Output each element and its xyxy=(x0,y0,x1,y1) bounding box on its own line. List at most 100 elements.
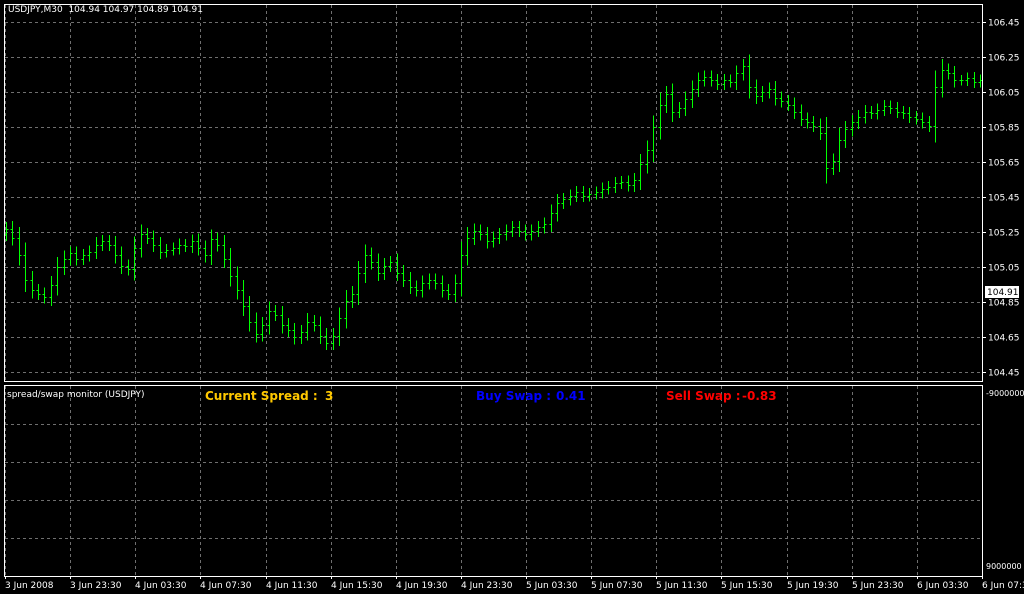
buy-swap-label: Buy Swap : xyxy=(476,389,552,403)
time-label: 5 Jun 03:30 xyxy=(526,581,578,591)
ohlc-bar xyxy=(831,153,836,175)
chart-frame xyxy=(4,4,983,577)
time-label: 3 Jun 2008 xyxy=(5,581,54,591)
ohlc-bar xyxy=(651,115,656,163)
time-label: 5 Jun 07:30 xyxy=(591,581,643,591)
ohlc-bar xyxy=(901,105,906,120)
ohlc-bar xyxy=(388,255,393,272)
price-label: 105.65 xyxy=(988,159,1020,169)
ohlc-bar xyxy=(741,58,746,81)
spread-value: 3 xyxy=(325,389,334,403)
ohlc-bar xyxy=(895,101,900,118)
price-label: 106.45 xyxy=(988,19,1020,29)
ohlc-bar xyxy=(440,275,445,298)
ohlc-bar xyxy=(843,120,848,149)
ohlc-bar xyxy=(286,318,291,338)
ohlc-bar xyxy=(606,181,611,195)
ohlc-bar xyxy=(292,322,297,345)
ohlc-bar xyxy=(433,273,438,290)
ohlc-bar xyxy=(344,290,349,329)
time-label: 4 Jun 23:30 xyxy=(461,581,513,591)
ohlc-bar xyxy=(30,271,35,299)
ohlc-bar xyxy=(42,287,47,304)
ohlc-bar xyxy=(36,283,41,300)
ohlc-bar xyxy=(549,204,554,232)
ohlc-bar xyxy=(74,246,79,266)
ohlc-bar xyxy=(453,274,458,302)
ohlc-bar xyxy=(824,116,829,184)
ohlc-bar xyxy=(337,307,342,347)
ohlc-bar xyxy=(946,63,951,80)
ohlc-bar xyxy=(792,97,797,120)
ohlc-bar xyxy=(273,304,278,321)
ohlc-bar xyxy=(254,312,259,343)
ohlc-bar xyxy=(491,231,496,248)
time-label: 5 Jun 19:30 xyxy=(787,581,839,591)
ohlc-bar xyxy=(818,118,823,141)
ohlc-bar xyxy=(94,237,99,259)
ohlc-bar xyxy=(587,188,592,202)
ohlc-bar xyxy=(933,70,938,143)
symbol-info: USDJPY,M30 104.94 104.97 104.89 104.91 xyxy=(8,5,203,15)
ohlc-bar xyxy=(683,91,688,117)
ohlc-bar xyxy=(856,110,861,129)
time-label: 4 Jun 07:30 xyxy=(200,581,252,591)
ohlc-bar xyxy=(350,286,355,308)
symbol-timeframe: USDJPY,M30 xyxy=(8,5,63,15)
price-axis: 106.45 106.25 106.05 105.85 105.65 105.45 105.… xyxy=(982,19,1020,379)
ohlc-bar xyxy=(485,226,490,249)
ohlc-bar xyxy=(497,227,502,244)
time-label: 4 Jun 15:30 xyxy=(331,581,383,591)
ohlc-bar xyxy=(805,112,810,129)
ohlc-bar xyxy=(107,234,112,251)
ohlc-bar xyxy=(613,177,618,194)
ohlc-bar xyxy=(10,220,15,246)
ohlc-bar xyxy=(247,295,252,332)
ohlc-bar xyxy=(715,73,720,90)
ohlc-bar xyxy=(222,235,227,269)
ohlc-bar xyxy=(561,192,566,209)
ohlc-bar xyxy=(331,328,336,350)
ohlc-bar xyxy=(581,185,586,202)
sell-swap-label: Sell Swap : xyxy=(666,389,741,403)
buy-swap-value: 0.41 xyxy=(556,389,586,403)
time-label: 5 Jun 11:30 xyxy=(656,581,708,591)
ohlc-bar xyxy=(196,233,201,256)
ohlc-bar xyxy=(446,283,451,300)
current-price-marker: 104.91 xyxy=(985,286,1019,298)
ohlc-bar xyxy=(420,275,425,298)
ohlc-bar xyxy=(49,275,54,306)
ohlc-bar xyxy=(517,220,522,237)
time-label: 4 Jun 19:30 xyxy=(396,581,448,591)
ohlc-bar xyxy=(619,175,624,190)
indicator-title: spread/swap monitor (USDJPY) xyxy=(7,390,145,400)
ohlc-bar xyxy=(382,258,387,280)
ohlc-bar xyxy=(722,73,727,90)
ohlc-bar xyxy=(324,328,329,350)
ohlc-bar xyxy=(62,250,67,276)
chart-grid xyxy=(5,5,983,576)
ohlc-bar xyxy=(55,256,60,296)
ohlc-bar xyxy=(299,325,304,345)
ohlc-bar xyxy=(401,265,406,287)
ohlc-bar xyxy=(952,65,957,88)
ohlc-bar xyxy=(626,175,631,192)
ohlc-bar xyxy=(978,74,983,88)
ohlc-bar xyxy=(709,70,714,87)
ohlc-bar xyxy=(767,82,772,99)
ohlc-bars xyxy=(4,54,983,350)
ohlc-bar xyxy=(690,80,695,108)
time-label: 4 Jun 03:30 xyxy=(135,581,187,591)
ohlc-bar xyxy=(555,194,560,222)
ohlc-bar xyxy=(773,81,778,106)
ohlc-bar xyxy=(183,238,188,253)
price-chart[interactable]: 106.45 106.25 106.05 105.85 105.65 105.45 105.… xyxy=(0,0,1024,594)
indicator-axis: -9000000 9000000 xyxy=(986,389,1024,571)
ohlc-bar xyxy=(907,107,912,124)
time-label: 5 Jun 23:30 xyxy=(852,581,904,591)
ohlc-bar xyxy=(113,236,118,264)
ohlc-bar xyxy=(235,266,240,300)
ohlc-bar xyxy=(280,306,285,334)
ohlc-bar xyxy=(215,232,220,252)
ohlc-bar xyxy=(536,220,541,237)
